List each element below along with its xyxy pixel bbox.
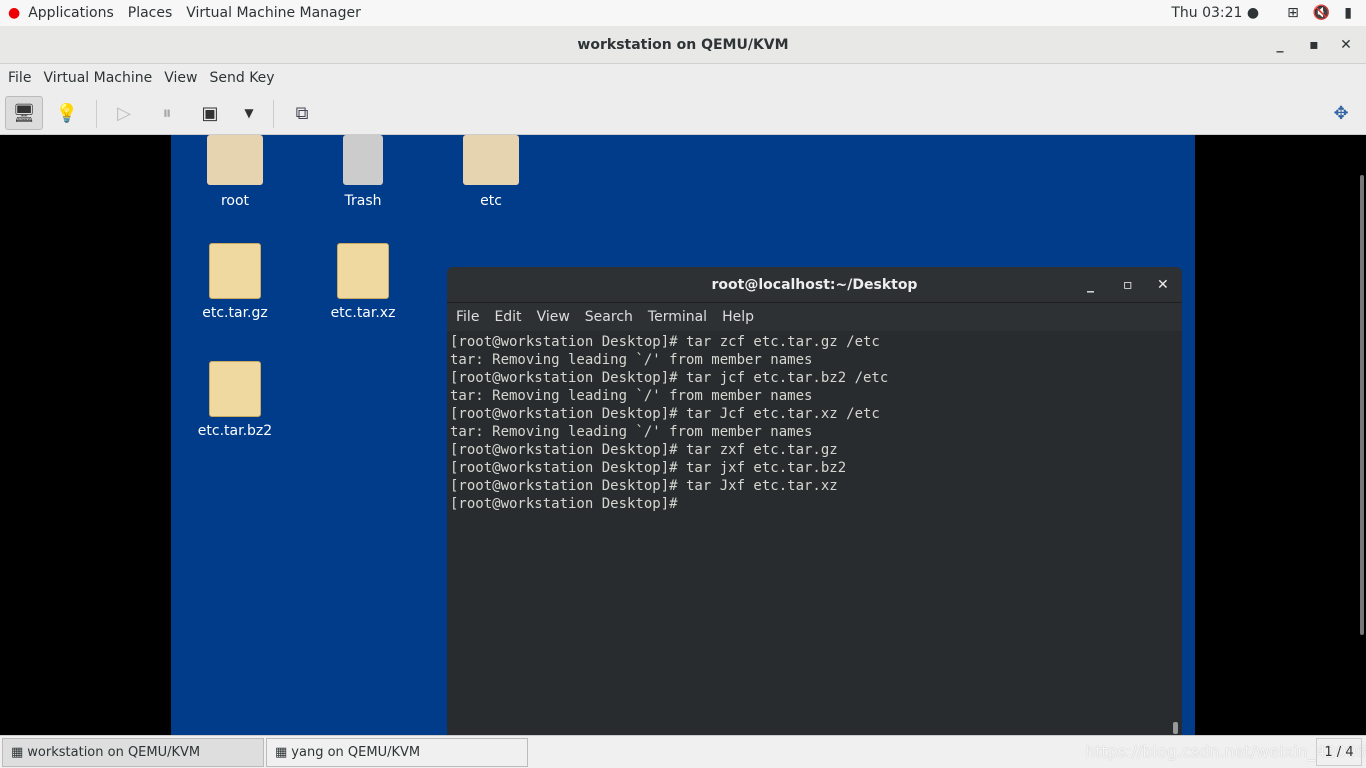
terminal-menu-view[interactable]: View bbox=[537, 309, 570, 325]
workspace-indicator[interactable]: 1 / 4 bbox=[1316, 738, 1362, 766]
pause-icon[interactable]: ⏸ bbox=[148, 96, 186, 130]
terminal-line: [root@workstation Desktop]# tar jxf etc.… bbox=[450, 460, 847, 476]
desktop-icon-trash[interactable]: Trash bbox=[308, 135, 418, 209]
icon-label: etc.tar.xz bbox=[330, 305, 396, 321]
window-titlebar: workstation on QEMU/KVM _ ▪ ✕ bbox=[0, 26, 1366, 64]
terminal-line: [root@workstation Desktop]# tar Jxf etc.… bbox=[450, 478, 838, 494]
terminal-line: [root@workstation Desktop]# tar Jcf etc.… bbox=[450, 406, 880, 422]
vm-scrollbar[interactable] bbox=[1360, 175, 1364, 635]
terminal-window[interactable]: root@localhost:~/Desktop _ ▫ ✕ File Edit… bbox=[447, 267, 1182, 737]
maximize-button[interactable]: ▪ bbox=[1304, 26, 1324, 64]
vmm-icon: ▦ bbox=[11, 745, 24, 760]
desktop-icon-root[interactable]: root bbox=[180, 135, 290, 209]
desktop-icon-etc-tar-bz2[interactable]: etc.tar.bz2 bbox=[180, 361, 290, 439]
task-workstation[interactable]: ▦ workstation on QEMU/KVM bbox=[2, 738, 264, 767]
console-icon[interactable]: 🖥 bbox=[5, 96, 43, 130]
task-label: yang on QEMU/KVM bbox=[291, 745, 421, 760]
clock[interactable]: Thu 03:21 ● bbox=[1171, 5, 1259, 21]
desktop-icon-etc[interactable]: etc bbox=[436, 135, 546, 209]
desktop-icon-etc-tar-gz[interactable]: etc.tar.gz bbox=[180, 243, 290, 321]
battery-icon[interactable]: ▮ bbox=[1344, 5, 1352, 21]
terminal-menu-search[interactable]: Search bbox=[585, 309, 633, 325]
terminal-menu-file[interactable]: File bbox=[456, 309, 479, 325]
terminal-minimize-button[interactable]: _ bbox=[1087, 267, 1094, 303]
menu-virtual-machine[interactable]: Virtual Machine bbox=[43, 70, 152, 86]
archive-icon bbox=[337, 243, 389, 299]
terminal-menu-edit[interactable]: Edit bbox=[494, 309, 521, 325]
terminal-menu-terminal[interactable]: Terminal bbox=[648, 309, 707, 325]
terminal-titlebar: root@localhost:~/Desktop _ ▫ ✕ bbox=[447, 267, 1182, 303]
terminal-line: [root@workstation Desktop]# bbox=[450, 496, 678, 512]
run-icon[interactable]: ▷ bbox=[105, 96, 143, 130]
menu-send-key[interactable]: Send Key bbox=[209, 70, 274, 86]
icon-label: etc.tar.bz2 bbox=[197, 423, 273, 439]
terminal-line: [root@workstation Desktop]# tar jcf etc.… bbox=[450, 370, 889, 386]
task-label: workstation on QEMU/KVM bbox=[27, 745, 201, 760]
terminal-title: root@localhost:~/Desktop bbox=[711, 277, 918, 293]
volume-icon[interactable]: 🔇 bbox=[1313, 5, 1330, 21]
icon-label: root bbox=[220, 193, 250, 209]
terminal-menu-bar: File Edit View Search Terminal Help bbox=[447, 303, 1182, 331]
snapshots-icon[interactable]: ⧉ bbox=[283, 96, 321, 130]
icon-label: etc bbox=[480, 193, 502, 209]
trash-icon bbox=[343, 135, 383, 185]
minimize-button[interactable]: _ bbox=[1270, 26, 1290, 64]
window-title: workstation on QEMU/KVM bbox=[577, 37, 789, 53]
icon-label: Trash bbox=[344, 193, 382, 209]
menu-file[interactable]: File bbox=[8, 70, 31, 86]
archive-icon bbox=[209, 243, 261, 299]
gnome-top-bar: ● Applications Places Virtual Machine Ma… bbox=[0, 0, 1366, 26]
terminal-line: tar: Removing leading `/' from member na… bbox=[450, 388, 813, 404]
terminal-scrollbar[interactable] bbox=[1173, 722, 1178, 734]
terminal-line: [root@workstation Desktop]# tar zxf etc.… bbox=[450, 442, 838, 458]
applications-menu[interactable]: Applications bbox=[28, 5, 114, 21]
redhat-icon: ● bbox=[8, 5, 21, 21]
desktop-icon-etc-tar-xz[interactable]: etc.tar.xz bbox=[308, 243, 418, 321]
terminal-line: tar: Removing leading `/' from member na… bbox=[450, 352, 813, 368]
taskbar: ▦ workstation on QEMU/KVM ▦ yang on QEMU/K… bbox=[0, 735, 1366, 768]
icon-label: etc.tar.gz bbox=[202, 305, 268, 321]
details-bulb-icon[interactable]: 💡 bbox=[48, 96, 86, 130]
archive-icon bbox=[209, 361, 261, 417]
terminal-close-button[interactable]: ✕ bbox=[1157, 267, 1169, 303]
terminal-output[interactable]: [root@workstation Desktop]# tar zcf etc.… bbox=[447, 331, 1182, 737]
menu-view[interactable]: View bbox=[164, 70, 197, 86]
close-button[interactable]: ✕ bbox=[1336, 26, 1356, 64]
network-icon[interactable]: ⊞ bbox=[1287, 5, 1299, 21]
terminal-line: tar: Removing leading `/' from member na… bbox=[450, 424, 813, 440]
menu-bar: File Virtual Machine View Send Key bbox=[0, 64, 1366, 92]
toolbar: 🖥 💡 ▷ ⏸ ▣ ▼ ⧉ ✥ bbox=[0, 92, 1366, 135]
task-yang[interactable]: ▦ yang on QEMU/KVM bbox=[266, 738, 528, 767]
vmm-icon: ▦ bbox=[275, 745, 288, 760]
terminal-maximize-button[interactable]: ▫ bbox=[1123, 267, 1133, 303]
home-folder-icon bbox=[207, 135, 263, 185]
vmm-app-menu[interactable]: Virtual Machine Manager bbox=[186, 5, 361, 21]
shutdown-icon[interactable]: ▣ bbox=[191, 96, 229, 130]
folder-icon bbox=[463, 135, 519, 185]
places-menu[interactable]: Places bbox=[128, 5, 173, 21]
dropdown-icon[interactable]: ▼ bbox=[230, 96, 268, 130]
terminal-menu-help[interactable]: Help bbox=[722, 309, 754, 325]
terminal-line: [root@workstation Desktop]# tar zcf etc.… bbox=[450, 334, 880, 350]
fullscreen-icon[interactable]: ✥ bbox=[1322, 96, 1360, 130]
